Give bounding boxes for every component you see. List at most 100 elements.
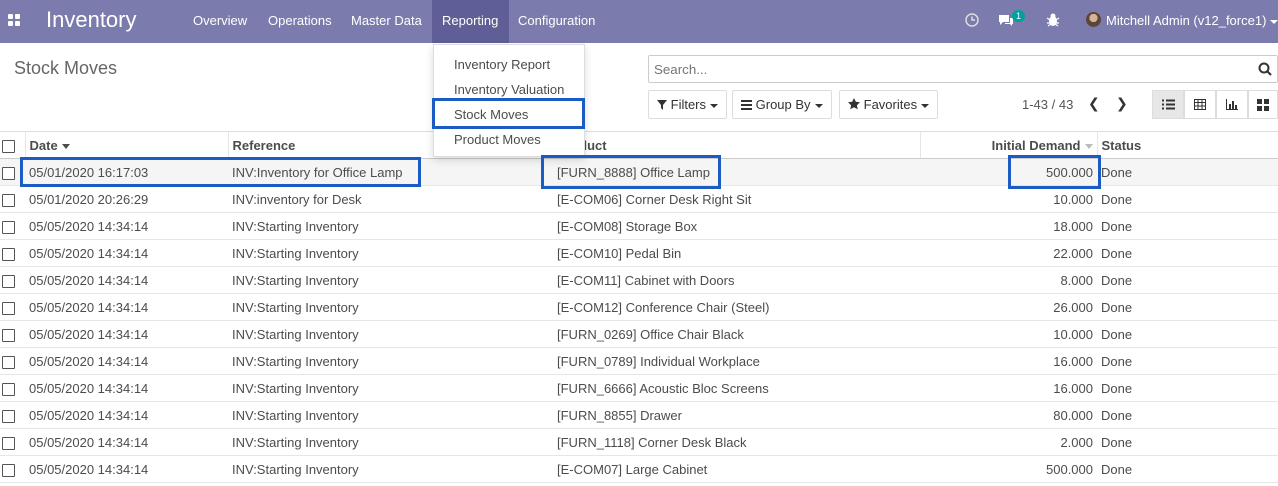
kanban-view-icon[interactable]	[1248, 90, 1278, 119]
cell-initial-demand: 8.000	[920, 266, 1097, 294]
cell-initial-demand: 18.000	[920, 212, 1097, 240]
row-checkbox[interactable]	[2, 220, 15, 234]
table-row[interactable]: 05/01/2020 16:17:03 INV:Inventory for Off…	[0, 158, 1278, 186]
menu-item-product-moves[interactable]: Product Moves	[454, 132, 541, 147]
table-row[interactable]: 05/05/2020 14:34:14 INV:Starting Inventor…	[0, 374, 1278, 402]
apps-icon[interactable]	[8, 14, 21, 27]
group-by-button[interactable]: Group By	[732, 90, 832, 119]
row-checkbox[interactable]	[2, 301, 15, 315]
pivot-view-icon[interactable]	[1184, 90, 1216, 119]
row-select-cell[interactable]	[0, 374, 25, 402]
row-checkbox[interactable]	[2, 166, 15, 180]
row-checkbox[interactable]	[2, 355, 15, 369]
row-select-cell[interactable]	[0, 158, 25, 186]
row-checkbox[interactable]	[2, 328, 15, 342]
menu-configuration[interactable]: Configuration	[508, 0, 605, 43]
pager-next-icon[interactable]: ❯	[1116, 95, 1128, 112]
cell-reference: INV:Starting Inventory	[228, 212, 553, 240]
menu-master-data[interactable]: Master Data	[341, 0, 432, 43]
table-row[interactable]: 05/05/2020 14:34:14 INV:Starting Inventor…	[0, 455, 1278, 483]
menu-item-inventory-valuation[interactable]: Inventory Valuation	[454, 82, 564, 97]
cell-status: Done	[1097, 347, 1278, 375]
menu-overview[interactable]: Overview	[183, 0, 257, 43]
menu-item-inventory-report[interactable]: Inventory Report	[454, 57, 550, 72]
cell-initial-demand: 10.000	[920, 185, 1097, 213]
user-menu[interactable]: Mitchell Admin (v12_force1)	[1106, 13, 1278, 28]
select-all-checkbox[interactable]	[2, 139, 15, 153]
table-row[interactable]: 05/05/2020 14:34:14 INV:Starting Inventor…	[0, 266, 1278, 294]
column-date[interactable]: Date	[24, 131, 228, 159]
table-row[interactable]: 05/05/2020 14:34:14 INV:Starting Inventor…	[0, 239, 1278, 267]
table-row[interactable]: 05/01/2020 20:26:29 INV:inventory for Des…	[0, 185, 1278, 213]
search-input[interactable]	[648, 55, 1278, 83]
row-select-cell[interactable]	[0, 293, 25, 321]
row-select-cell[interactable]	[0, 347, 25, 375]
cell-reference: INV:Starting Inventory	[228, 455, 553, 483]
cell-product: [FURN_0269] Office Chair Black	[553, 320, 920, 348]
table-row[interactable]: 05/05/2020 14:34:14 INV:Starting Inventor…	[0, 320, 1278, 348]
clock-icon[interactable]	[965, 13, 979, 27]
menu-item-stock-moves[interactable]: Stock Moves	[454, 107, 528, 122]
cell-initial-demand: 22.000	[920, 239, 1097, 267]
row-checkbox[interactable]	[2, 463, 15, 477]
table-row[interactable]: 05/05/2020 14:34:14 INV:Starting Inventor…	[0, 212, 1278, 240]
cell-status: Done	[1097, 428, 1278, 456]
cell-date: 05/05/2020 14:34:14	[25, 401, 228, 429]
filters-label: Filters	[670, 97, 707, 112]
row-select-cell[interactable]	[0, 320, 25, 348]
sort-desc-icon	[61, 143, 70, 149]
row-checkbox[interactable]	[2, 193, 15, 207]
table-row[interactable]: 05/05/2020 14:34:14 INV:Starting Inventor…	[0, 428, 1278, 456]
list-view-icon[interactable]	[1152, 90, 1184, 119]
row-checkbox[interactable]	[2, 409, 15, 423]
cell-date: 05/05/2020 14:34:14	[25, 374, 228, 402]
row-select-cell[interactable]	[0, 185, 25, 213]
row-select-cell[interactable]	[0, 428, 25, 456]
pager-previous-icon[interactable]: ❮	[1088, 95, 1100, 112]
menu-reporting[interactable]: Reporting	[432, 0, 509, 43]
column-product[interactable]: Product	[552, 131, 920, 159]
row-select-cell[interactable]	[0, 212, 25, 240]
bug-icon[interactable]	[1046, 12, 1060, 27]
filters-button[interactable]: Filters	[648, 90, 728, 119]
graph-view-icon[interactable]	[1216, 90, 1248, 119]
row-select-cell[interactable]	[0, 401, 25, 429]
column-initial-demand[interactable]: Initial Demand	[919, 131, 1097, 159]
table-row[interactable]: 05/05/2020 14:34:14 INV:Starting Inventor…	[0, 293, 1278, 321]
chevron-down-icon	[814, 103, 823, 108]
row-checkbox[interactable]	[2, 382, 15, 396]
pager-value[interactable]: 1-43 / 43	[1022, 97, 1073, 112]
search-icon[interactable]	[1258, 62, 1272, 76]
cell-date: 05/05/2020 14:34:14	[25, 239, 228, 267]
cell-status: Done	[1097, 455, 1278, 483]
cell-product: [E-COM08] Storage Box	[553, 212, 920, 240]
cell-initial-demand: 500.000	[920, 158, 1097, 186]
row-select-cell[interactable]	[0, 455, 25, 483]
avatar[interactable]	[1086, 12, 1101, 27]
column-date-label: Date	[29, 137, 58, 153]
table-row[interactable]: 05/05/2020 14:34:14 INV:Starting Inventor…	[0, 401, 1278, 429]
cell-status: Done	[1097, 374, 1278, 402]
row-select-cell[interactable]	[0, 239, 25, 267]
row-select-cell[interactable]	[0, 266, 25, 294]
cell-product: [E-COM12] Conference Chair (Steel)	[553, 293, 920, 321]
cell-product: [FURN_8888] Office Lamp	[553, 158, 920, 186]
cell-initial-demand: 500.000	[920, 455, 1097, 483]
select-all-cell[interactable]	[0, 131, 25, 159]
stock-moves-table: Date Reference Product Initial Demand St…	[0, 131, 1278, 483]
cell-date: 05/05/2020 14:34:14	[25, 347, 228, 375]
column-status[interactable]: Status	[1096, 131, 1278, 159]
favorites-button[interactable]: Favorites	[839, 90, 939, 119]
column-initial-demand-label: Initial Demand	[991, 137, 1081, 153]
cell-reference: INV:Starting Inventory	[228, 293, 553, 321]
row-checkbox[interactable]	[2, 247, 15, 261]
cell-product: [FURN_1118] Corner Desk Black	[553, 428, 920, 456]
app-brand[interactable]: Inventory	[46, 7, 137, 33]
row-checkbox[interactable]	[2, 274, 15, 288]
cell-reference: INV:Starting Inventory	[228, 374, 553, 402]
cell-status: Done	[1097, 320, 1278, 348]
menu-operations[interactable]: Operations	[258, 0, 342, 43]
table-row[interactable]: 05/05/2020 14:34:14 INV:Starting Inventor…	[0, 347, 1278, 375]
chevron-down-icon	[710, 103, 719, 108]
row-checkbox[interactable]	[2, 436, 15, 450]
